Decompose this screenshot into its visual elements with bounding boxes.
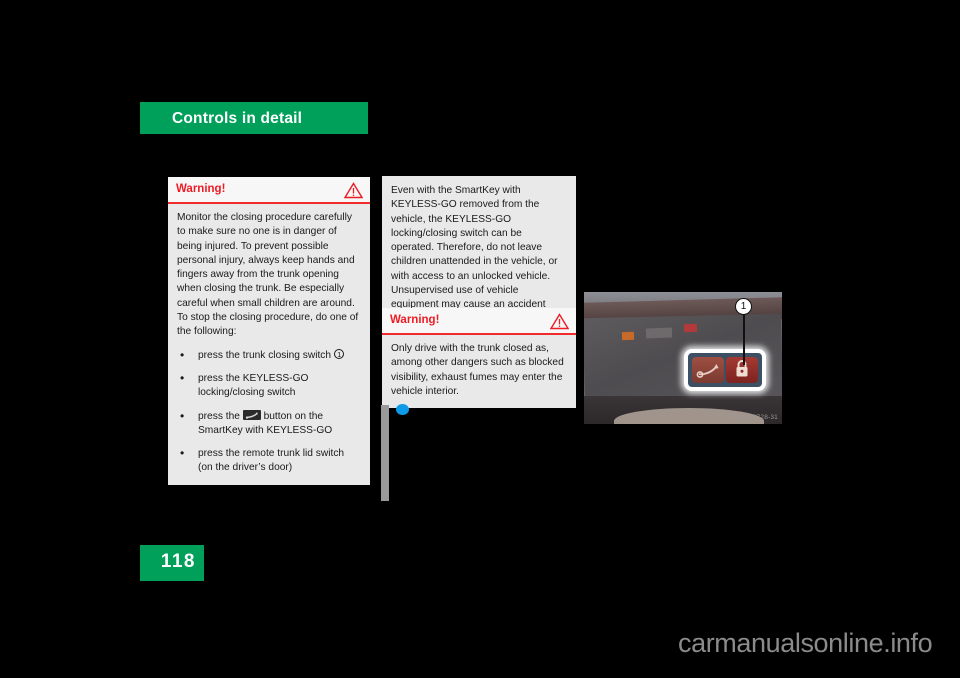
warning-body: Monitor the closing procedure carefully … <box>168 204 370 485</box>
red-indicator <box>683 323 698 333</box>
list-item: press the button on the SmartKey with KE… <box>177 409 361 439</box>
list-item: press the KEYLESS-GO locking/closing swi… <box>177 371 361 401</box>
circled-number-1: 1 <box>333 348 345 360</box>
amber-reflector <box>621 331 635 341</box>
bullet-text: press the <box>198 410 240 422</box>
warning-paragraph: Only drive with the trunk closed as, amo… <box>391 343 564 397</box>
warning-triangle-icon <box>343 182 364 199</box>
warning-box-right: Warning! Only drive with the trunk close… <box>382 308 576 409</box>
photo-credit: P60.20-2728-31 <box>728 414 778 421</box>
blue-marker-dot <box>396 404 409 415</box>
trunk-close-glyph-icon <box>692 357 724 388</box>
list-item: press the remote trunk lid switch (on th… <box>177 446 361 476</box>
bullet-text: press the KEYLESS-GO locking/closing swi… <box>198 372 309 399</box>
manual-page: Controls in detail Warning! Monitor the … <box>0 0 960 678</box>
warning-body: Only drive with the trunk closed as, amo… <box>382 335 576 408</box>
warning-triangle-icon <box>549 313 570 330</box>
bullet-text: press the trunk closing switch <box>198 349 332 361</box>
list-item: press the trunk closing switch 1 <box>177 348 361 363</box>
trunk-closing-switch[interactable] <box>692 357 724 383</box>
page-number: 118 <box>160 551 196 572</box>
keyless-go-locking-switch[interactable] <box>726 357 758 383</box>
warning-paragraph: Monitor the closing procedure carefully … <box>177 212 359 338</box>
trunk-button-icon <box>242 409 261 420</box>
trunk-switch-photo: 1 P60.20-2728-31 <box>584 292 782 424</box>
bullet-text: press the remote trunk lid switch (on th… <box>198 448 345 474</box>
page-title: Controls in detail <box>172 110 303 127</box>
liner-label <box>645 327 673 339</box>
margin-change-bar <box>381 405 389 501</box>
watermark: carmanualsonline.info <box>678 628 933 658</box>
callout-number-1: 1 <box>735 298 752 315</box>
note-paragraph: Even with the SmartKey with KEYLESS-GO r… <box>391 185 558 325</box>
warning-box-left: Warning! Monitor the closing procedure c… <box>168 177 370 485</box>
switch-panel[interactable] <box>684 349 766 391</box>
warning-header: Warning! <box>382 308 576 335</box>
warning-label: Warning! <box>390 314 440 326</box>
instruction-bullet-list: press the trunk closing switch 1 press t… <box>177 348 361 476</box>
warning-label: Warning! <box>176 183 226 195</box>
lock-icon <box>726 357 758 388</box>
warning-header: Warning! <box>168 177 370 204</box>
callout-leader-line <box>743 315 745 365</box>
